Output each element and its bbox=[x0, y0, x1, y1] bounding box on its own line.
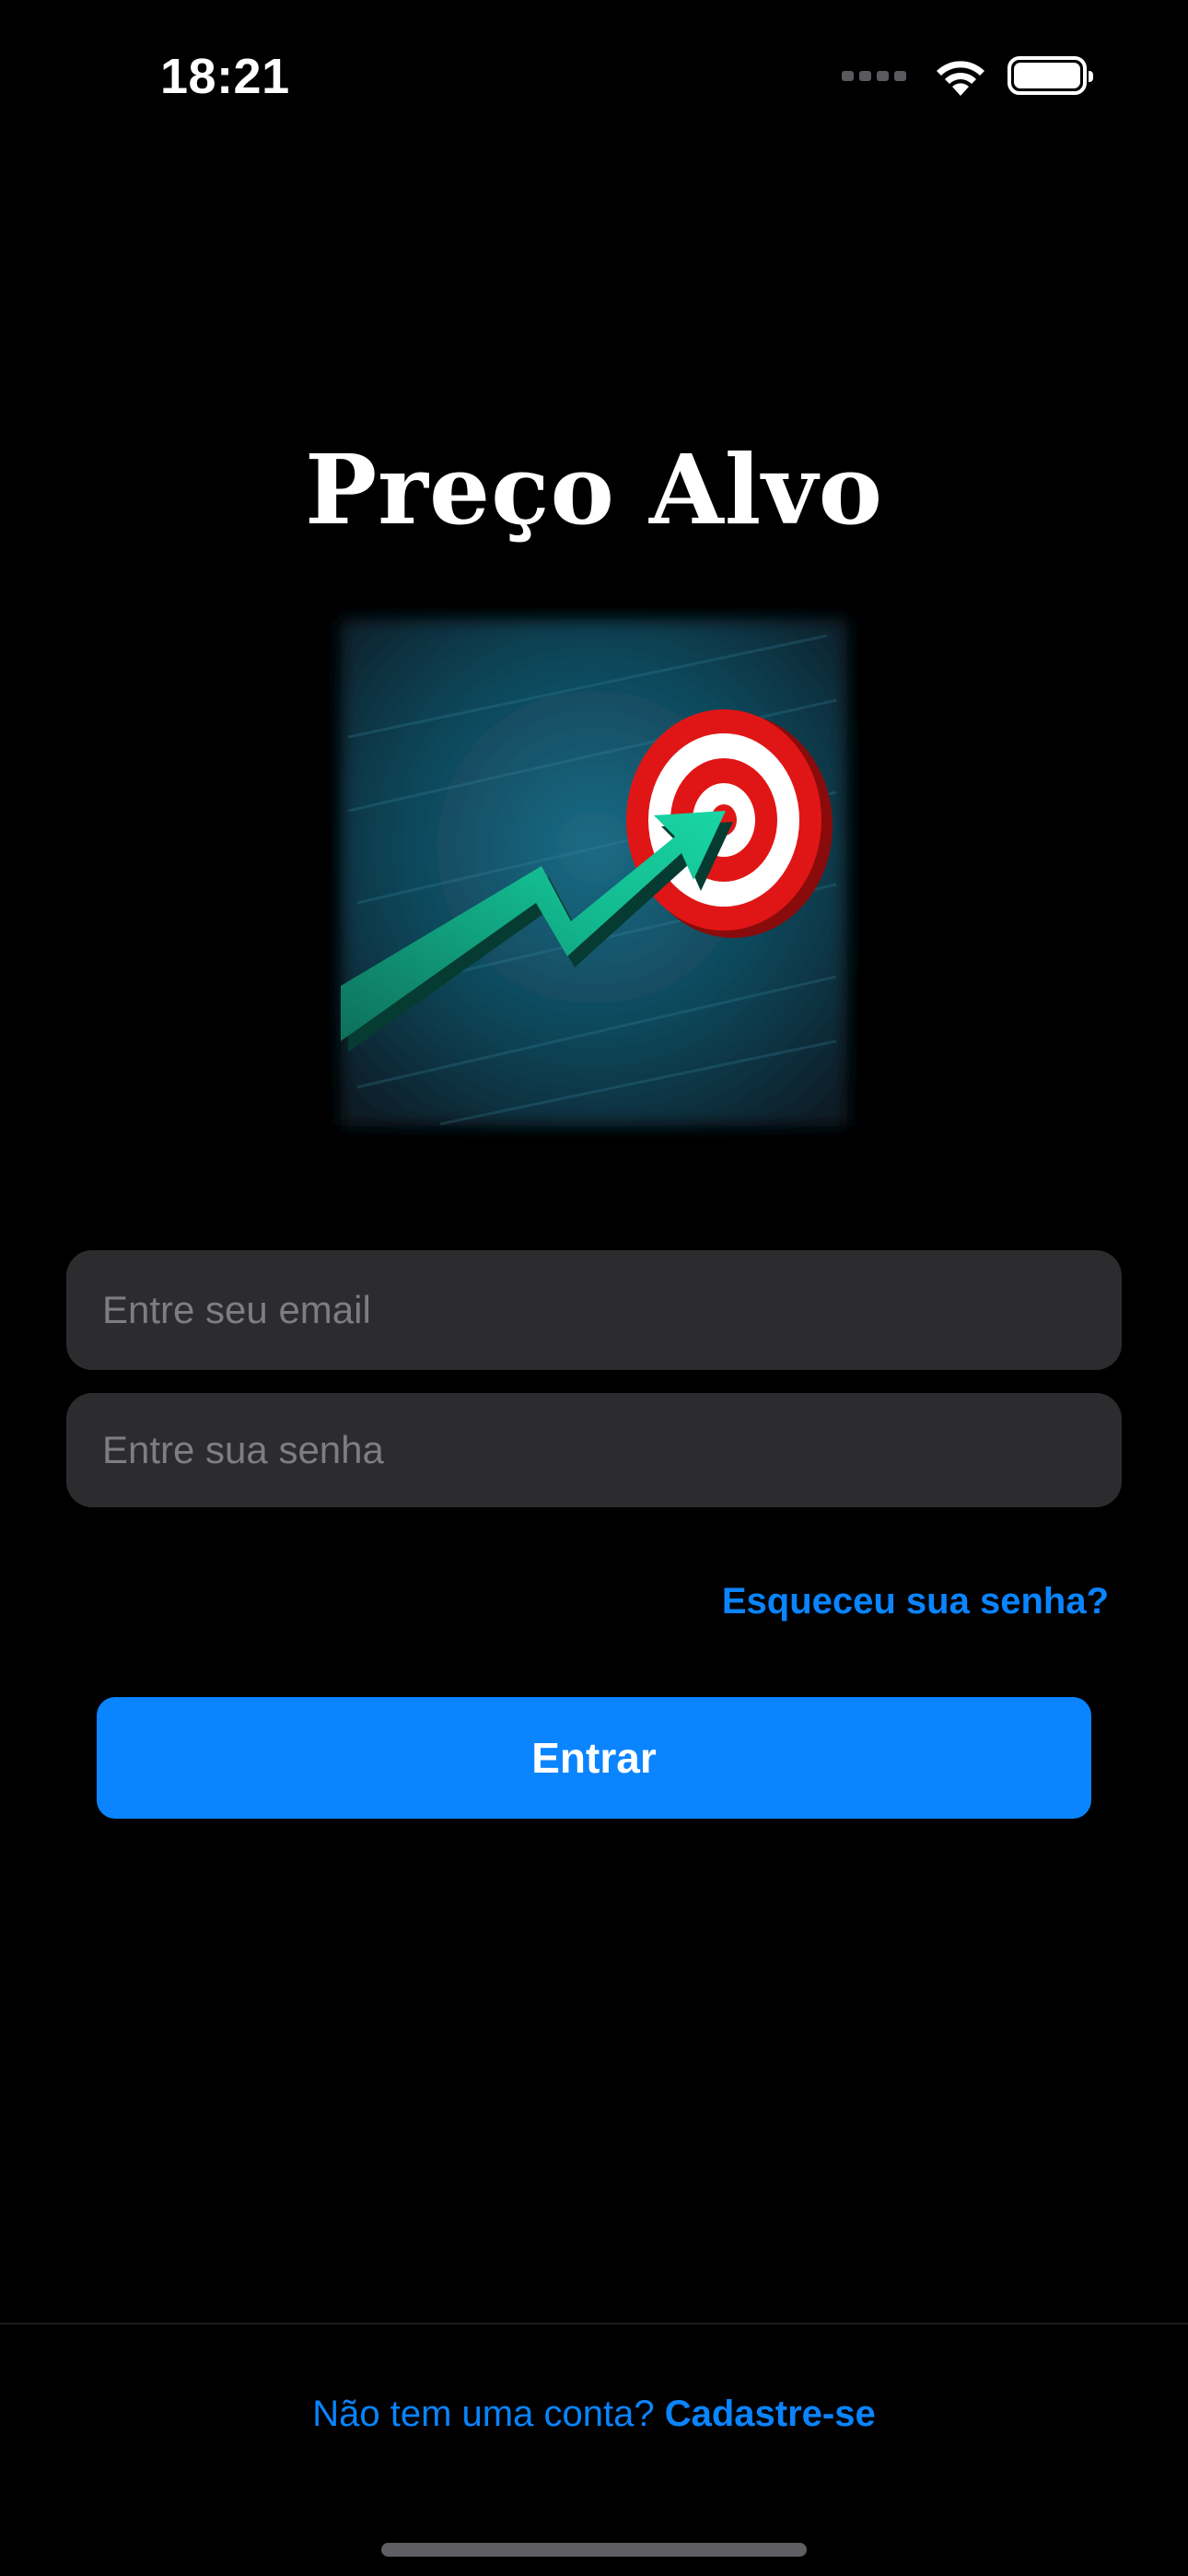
signup-row: Não tem uma conta? Cadastre-se bbox=[0, 2394, 1188, 2435]
password-input[interactable] bbox=[100, 1427, 1122, 1473]
footer-divider bbox=[0, 2323, 1188, 2324]
forgot-password-link[interactable]: Esqueceu sua senha? bbox=[722, 1581, 1109, 1622]
battery-icon bbox=[1007, 56, 1093, 95]
password-field[interactable] bbox=[66, 1393, 1122, 1507]
no-account-text: Não tem uma conta? bbox=[312, 2394, 655, 2434]
email-input[interactable] bbox=[100, 1287, 1122, 1333]
wifi-icon bbox=[937, 61, 984, 96]
signup-link[interactable]: Cadastre-se bbox=[665, 2394, 876, 2434]
cellular-signal-icon bbox=[842, 70, 906, 81]
status-bar: 18:21 bbox=[0, 0, 1188, 157]
login-button[interactable]: Entrar bbox=[97, 1697, 1091, 1819]
app-title: Preço Alvo bbox=[304, 433, 884, 546]
status-time: 18:21 bbox=[160, 49, 290, 104]
status-icons bbox=[842, 55, 1093, 96]
target-arrow-logo-icon bbox=[341, 619, 847, 1126]
home-indicator[interactable] bbox=[381, 2543, 807, 2557]
email-field[interactable] bbox=[66, 1250, 1122, 1370]
